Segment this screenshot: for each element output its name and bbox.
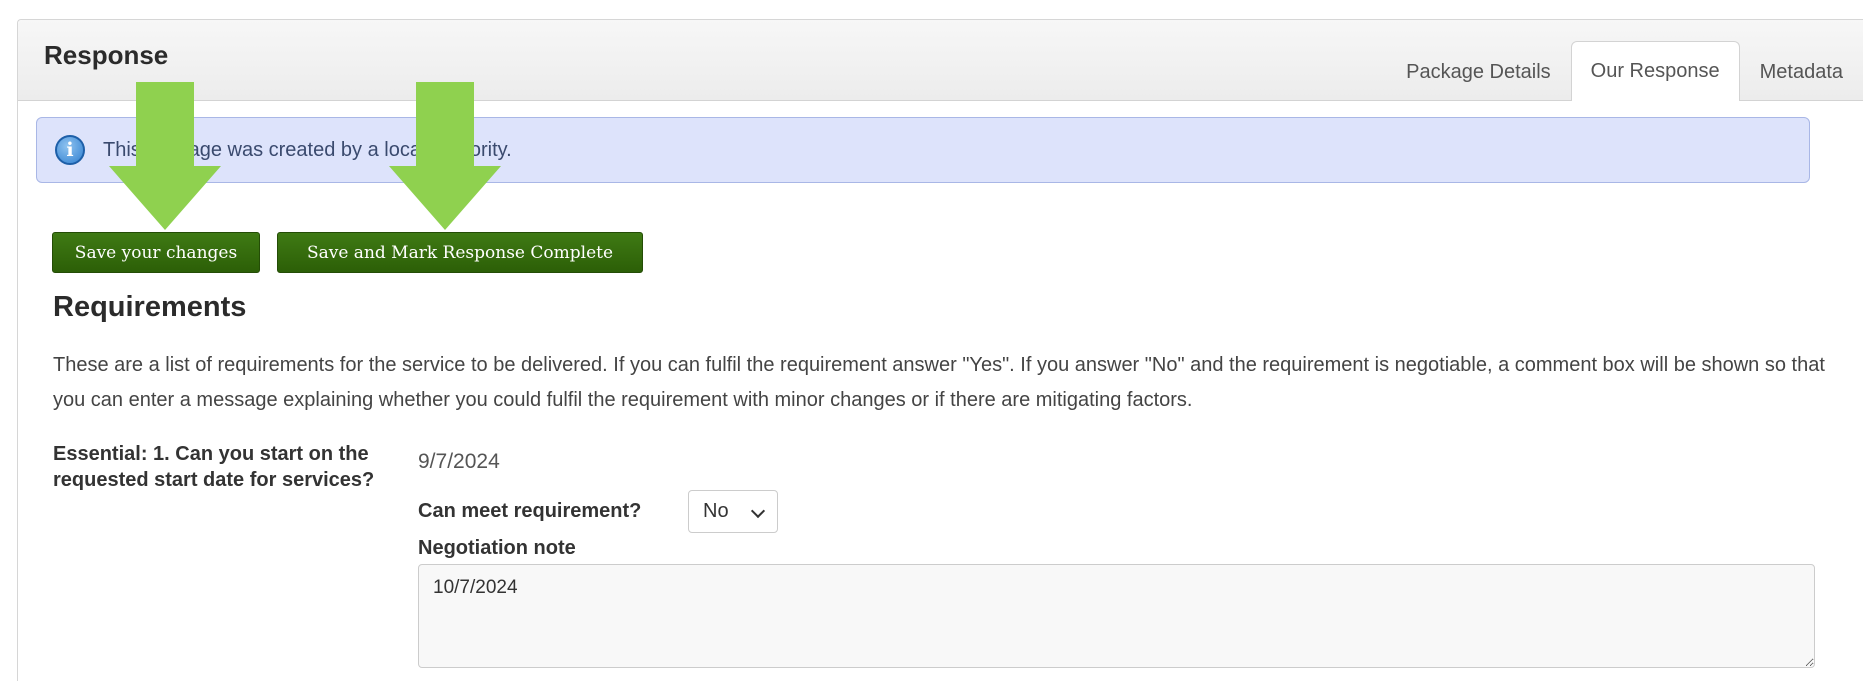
negotiation-note-label: Negotiation note: [418, 537, 576, 559]
can-meet-value: No: [703, 500, 729, 522]
panel-title: Response: [44, 40, 169, 70]
save-and-complete-button[interactable]: Save and Mark Response Complete: [277, 232, 643, 273]
negotiation-note-field[interactable]: [418, 564, 1815, 668]
requirement-label: Essential: 1. Can you start on the reque…: [53, 443, 375, 491]
tab-bar: Package Details Our Response Metadata: [1386, 41, 1863, 101]
requirements-heading: Requirements: [53, 291, 247, 323]
requirements-description: These are a list of requirements for the…: [53, 354, 1825, 411]
requirement-date: 9/7/2024: [418, 450, 500, 473]
tab-our-response[interactable]: Our Response: [1570, 41, 1740, 101]
can-meet-label: Can meet requirement?: [418, 500, 642, 522]
info-icon: i: [55, 135, 85, 165]
tab-package-details[interactable]: Package Details: [1386, 42, 1571, 101]
info-alert: i This package was created by a local au…: [36, 117, 1810, 183]
save-button[interactable]: Save your changes: [52, 232, 260, 273]
tab-metadata[interactable]: Metadata: [1740, 42, 1863, 101]
can-meet-select[interactable]: No: [688, 490, 778, 533]
chevron-down-icon: [750, 503, 766, 519]
panel-heading: Response Package Details Our Response Me…: [18, 20, 1863, 101]
